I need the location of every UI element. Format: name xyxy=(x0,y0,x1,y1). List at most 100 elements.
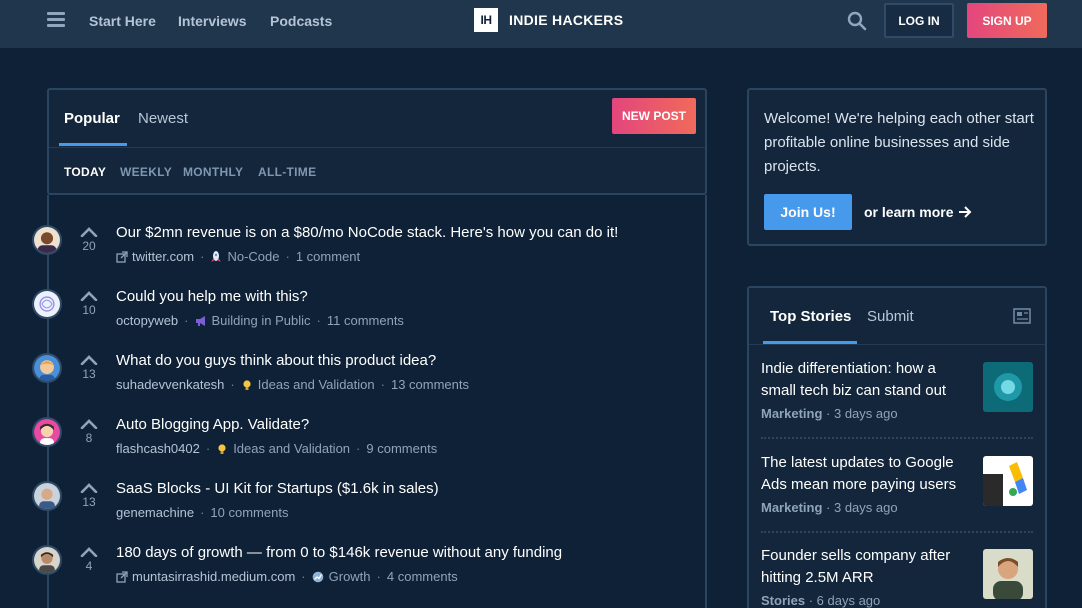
newspaper-icon[interactable] xyxy=(1013,308,1031,324)
join-button[interactable]: Join Us! xyxy=(764,194,852,230)
post-group[interactable]: Ideas and Validation xyxy=(233,441,350,456)
separator: · xyxy=(376,569,381,584)
period-weekly[interactable]: WEEKLY xyxy=(120,165,172,179)
avatar[interactable] xyxy=(32,353,62,383)
list-item: 13 What do you guys think about this pro… xyxy=(32,352,672,413)
nav-start-here[interactable]: Start Here xyxy=(89,13,156,29)
period-today[interactable]: TODAY xyxy=(64,165,106,179)
top-header: Start Here Interviews Podcasts IH INDIE … xyxy=(0,0,1082,48)
login-button[interactable]: LOG IN xyxy=(884,3,954,38)
feed-header: Popular Newest NEW POST TODAY WEEKLY MON… xyxy=(47,88,707,195)
tab-top-stories[interactable]: Top Stories xyxy=(770,308,851,325)
story-category[interactable]: Marketing xyxy=(761,500,822,515)
menu-icon[interactable] xyxy=(47,12,65,28)
arrow-right-icon xyxy=(959,206,972,218)
nav-interviews[interactable]: Interviews xyxy=(178,13,246,29)
story-category[interactable]: Marketing xyxy=(761,406,822,421)
post-comments[interactable]: 10 comments xyxy=(210,505,288,520)
vote-count: 13 xyxy=(82,495,96,509)
story-age: 6 days ago xyxy=(816,593,881,608)
signup-button[interactable]: SIGN UP xyxy=(967,3,1047,38)
separator: · xyxy=(230,377,235,392)
divider xyxy=(761,437,1033,439)
post-source[interactable]: suhadevvenkatesh xyxy=(116,377,224,392)
story-thumbnail[interactable] xyxy=(983,456,1033,506)
period-all-time[interactable]: ALL-TIME xyxy=(258,165,316,179)
external-link-icon xyxy=(116,570,128,583)
separator: · xyxy=(808,593,817,608)
separator: · xyxy=(200,249,205,264)
separator: · xyxy=(380,377,385,392)
upvote-icon[interactable] xyxy=(80,419,98,429)
rocket-icon xyxy=(211,250,222,262)
story-age: 3 days ago xyxy=(833,500,898,515)
post-source[interactable]: octopyweb xyxy=(116,313,178,328)
upvote-icon[interactable] xyxy=(80,227,98,237)
post-title[interactable]: Could you help me with this? xyxy=(116,288,308,305)
avatar[interactable] xyxy=(32,545,62,575)
story-item: Indie differentiation: how a small tech … xyxy=(761,358,1033,438)
upvote-icon[interactable] xyxy=(80,355,98,365)
story-title[interactable]: Indie differentiation: how a small tech … xyxy=(761,358,971,402)
post-comments[interactable]: 4 comments xyxy=(387,569,458,584)
post-title[interactable]: 180 days of growth — from 0 to $146k rev… xyxy=(116,544,562,561)
story-meta: Stories · 6 days ago xyxy=(761,593,880,608)
upvote-icon[interactable] xyxy=(80,291,98,301)
learn-more-link[interactable]: or learn more xyxy=(864,204,972,220)
story-title[interactable]: Founder sells company after hitting 2.5M… xyxy=(761,545,971,589)
separator: · xyxy=(301,569,306,584)
post-source[interactable]: flashcash0402 xyxy=(116,441,200,456)
nav-podcasts[interactable]: Podcasts xyxy=(270,13,332,29)
avatar[interactable] xyxy=(32,481,62,511)
post-group[interactable]: Ideas and Validation xyxy=(258,377,375,392)
avatar[interactable] xyxy=(32,225,62,255)
post-meta: muntasirrashid.medium.com · Growth · 4 c… xyxy=(116,569,458,584)
new-post-button[interactable]: NEW POST xyxy=(612,98,696,134)
story-category[interactable]: Stories xyxy=(761,593,805,608)
story-meta: Marketing · 3 days ago xyxy=(761,500,898,515)
story-thumbnail[interactable] xyxy=(983,549,1033,599)
story-title[interactable]: The latest updates to Google Ads mean mo… xyxy=(761,452,971,496)
post-meta: twitter.com · No-Code · 1 comment xyxy=(116,249,360,264)
upvote-icon[interactable] xyxy=(80,547,98,557)
post-comments[interactable]: 1 comment xyxy=(296,249,360,264)
post-title[interactable]: Our $2mn revenue is on a $80/mo NoCode s… xyxy=(116,224,618,241)
post-title[interactable]: Auto Blogging App. Validate? xyxy=(116,416,309,433)
post-title[interactable]: What do you guys think about this produc… xyxy=(116,352,436,369)
separator: · xyxy=(205,441,211,456)
tab-popular[interactable]: Popular xyxy=(64,110,120,127)
post-meta: suhadevvenkatesh · Ideas and Validation … xyxy=(116,377,469,392)
post-group[interactable]: No-Code xyxy=(227,249,279,264)
post-comments[interactable]: 11 comments xyxy=(327,313,404,328)
search-icon[interactable] xyxy=(847,11,867,31)
vote-count: 4 xyxy=(85,559,93,573)
post-source[interactable]: genemachine xyxy=(116,505,194,520)
top-stories-card: Top Stories Submit Indie differentiation… xyxy=(747,286,1047,608)
period-monthly[interactable]: MONTHLY xyxy=(183,165,243,179)
post-comments[interactable]: 13 comments xyxy=(391,377,469,392)
avatar[interactable] xyxy=(32,289,62,319)
separator: · xyxy=(826,406,834,421)
post-comments[interactable]: 9 comments xyxy=(366,441,437,456)
post-source[interactable]: twitter.com xyxy=(132,249,194,264)
separator: · xyxy=(200,505,205,520)
post-source[interactable]: muntasirrashid.medium.com xyxy=(132,569,295,584)
post-group[interactable]: Building in Public xyxy=(212,313,311,328)
learn-more-label: or learn more xyxy=(864,204,954,220)
lightbulb-icon xyxy=(243,379,251,390)
vote-count: 13 xyxy=(82,367,96,381)
avatar[interactable] xyxy=(32,417,62,447)
upvote-icon[interactable] xyxy=(80,483,98,493)
brand[interactable]: IH INDIE HACKERS xyxy=(474,8,623,32)
divider xyxy=(49,147,705,148)
story-thumbnail[interactable] xyxy=(983,362,1033,412)
post-group[interactable]: Growth xyxy=(329,569,371,584)
list-item: 13 SaaS Blocks - UI Kit for Startups ($1… xyxy=(32,480,672,541)
story-item: The latest updates to Google Ads mean mo… xyxy=(761,452,1033,532)
tab-newest[interactable]: Newest xyxy=(138,110,188,127)
tab-submit[interactable]: Submit xyxy=(867,308,914,325)
post-meta: genemachine · 10 comments xyxy=(116,505,288,520)
post-title[interactable]: SaaS Blocks - UI Kit for Startups ($1.6k… xyxy=(116,480,439,497)
story-meta: Marketing · 3 days ago xyxy=(761,406,898,421)
brand-name: INDIE HACKERS xyxy=(509,12,624,28)
